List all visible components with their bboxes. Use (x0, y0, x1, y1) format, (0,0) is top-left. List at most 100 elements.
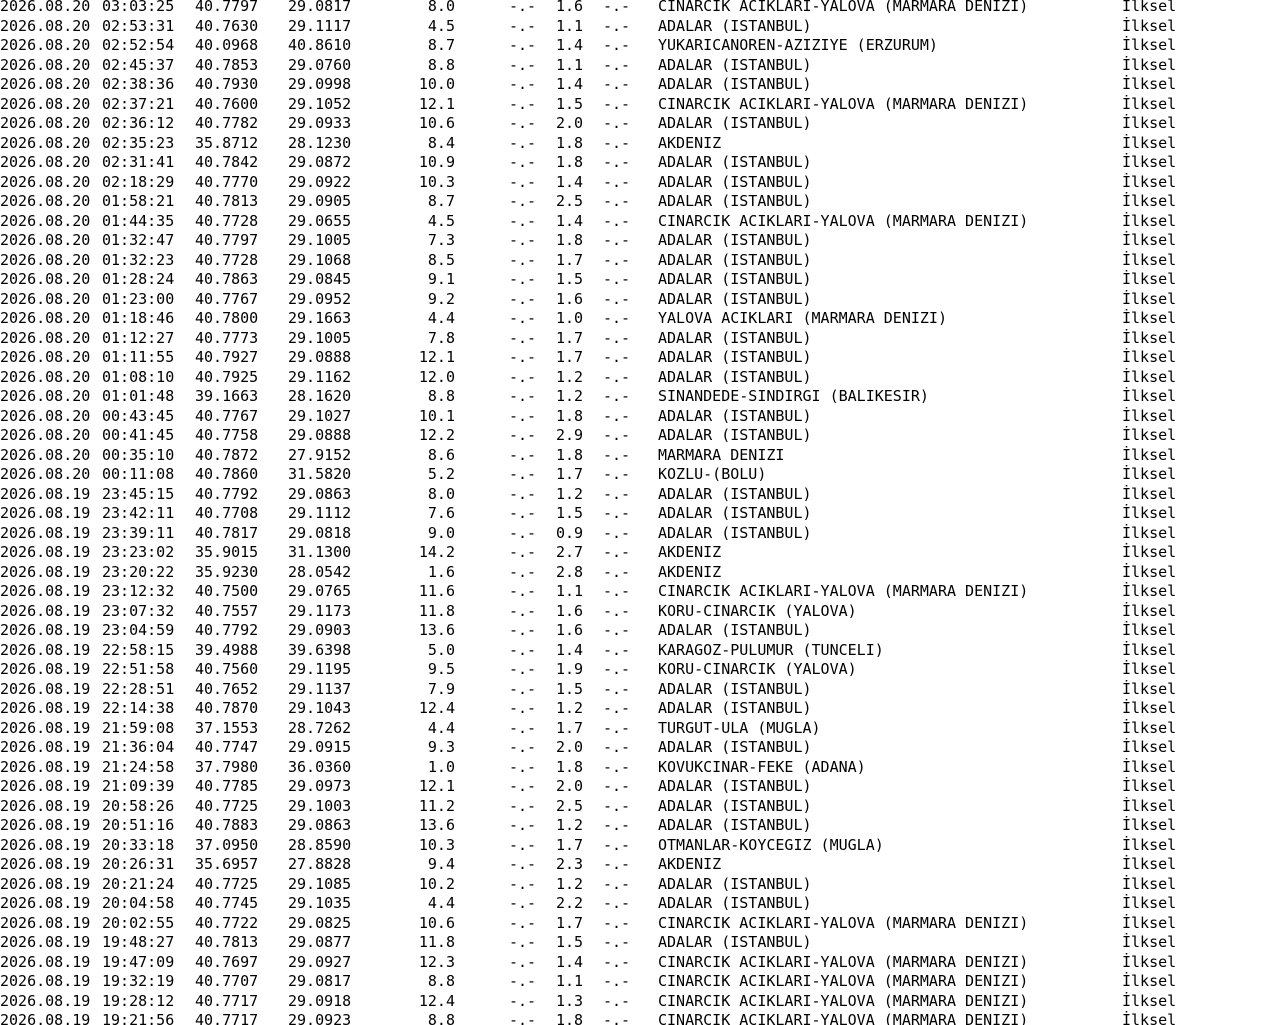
md-magnitude-cell: -.- (509, 718, 537, 737)
location-cell: CINARCIK ACIKLARI-YALOVA (MARMARA DENIZI… (658, 991, 1029, 1010)
solution-quality-cell: İlksel (1122, 133, 1177, 152)
event-row: 2026.08.19 23:07:32 40.7557 29.1173 11.8 -.- 1… (0, 602, 1280, 622)
ml-magnitude-cell: 2.0 (556, 114, 584, 132)
date-cell: 2026.08.20 (0, 465, 91, 483)
ml-magnitude-cell: 1.0 (556, 309, 584, 327)
ml-magnitude-cell: 1.7 (556, 913, 584, 932)
depth-cell: 4.5 (427, 16, 455, 35)
latitude-cell: 40.7797 (195, 231, 259, 249)
latitude-cell: 40.7560 (195, 660, 259, 678)
depth-cell: 10.2 (418, 874, 455, 893)
latitude-cell: 40.7707 (195, 972, 259, 990)
time-cell: 19:47:09 (102, 952, 175, 971)
date-cell: 2026.08.19 (0, 757, 91, 776)
event-row: 2026.08.20 02:18:29 40.7770 29.0922 10.3 -.- 1… (0, 173, 1280, 193)
solution-quality-cell: İlksel (1122, 718, 1177, 737)
latitude-cell: 40.7863 (195, 270, 259, 288)
depth-cell: 8.4 (427, 133, 455, 152)
depth-cell: 8.8 (427, 972, 455, 990)
solution-quality-cell: İlksel (1122, 640, 1177, 659)
latitude-cell: 35.6957 (195, 855, 259, 873)
ml-magnitude-cell: 1.4 (556, 172, 584, 191)
location-cell: ADALAR (ISTANBUL) (658, 933, 812, 951)
md-magnitude-cell: -.- (509, 387, 537, 405)
latitude-cell: 40.7725 (195, 874, 259, 893)
date-cell: 2026.08.19 (0, 777, 91, 795)
solution-quality-cell: İlksel (1122, 777, 1177, 795)
event-row: 2026.08.20 02:35:23 35.8712 28.1230 8.4 -.- 1.… (0, 134, 1280, 154)
depth-cell: 5.2 (427, 465, 455, 483)
md-magnitude-cell: -.- (509, 660, 537, 678)
depth-cell: 4.5 (427, 211, 455, 230)
latitude-cell: 40.7800 (195, 309, 259, 327)
latitude-cell: 40.7853 (195, 55, 259, 74)
latitude-cell: 40.7770 (195, 172, 259, 191)
event-row: 2026.08.19 20:26:31 35.6957 27.8828 9.4 -.- 2.… (0, 855, 1280, 875)
latitude-cell: 40.7717 (195, 991, 259, 1010)
time-cell: 20:26:31 (102, 855, 175, 873)
solution-quality-cell: İlksel (1122, 1011, 1177, 1025)
depth-cell: 9.3 (427, 738, 455, 756)
event-row: 2026.08.20 02:45:37 40.7853 29.0760 8.8 -.- 1.… (0, 56, 1280, 76)
md-magnitude-cell: -.- (509, 133, 537, 152)
date-cell: 2026.08.19 (0, 562, 91, 581)
ml-magnitude-cell: 2.0 (556, 777, 584, 795)
solution-quality-cell: İlksel (1122, 621, 1177, 639)
location-cell: ADALAR (ISTANBUL) (658, 114, 812, 132)
mw-magnitude-cell: -.- (603, 504, 631, 522)
time-cell: 19:48:27 (102, 933, 175, 951)
depth-cell: 13.6 (418, 816, 455, 834)
mw-magnitude-cell: -.- (603, 991, 631, 1010)
location-cell: ADALAR (ISTANBUL) (658, 484, 812, 503)
md-magnitude-cell: -.- (509, 289, 537, 308)
event-row: 2026.08.19 21:24:58 37.7980 36.0360 1.0 -.- 1.… (0, 758, 1280, 778)
ml-magnitude-cell: 1.5 (556, 94, 584, 113)
solution-quality-cell: İlksel (1122, 582, 1177, 600)
longitude-cell: 29.0933 (288, 114, 352, 132)
md-magnitude-cell: -.- (509, 621, 537, 639)
solution-quality-cell: İlksel (1122, 816, 1177, 834)
date-cell: 2026.08.19 (0, 640, 91, 659)
latitude-cell: 40.7600 (195, 94, 259, 113)
event-row: 2026.08.19 22:28:51 40.7652 29.1137 7.9 -.- 1.… (0, 680, 1280, 700)
longitude-cell: 40.8610 (288, 36, 352, 54)
longitude-cell: 27.9152 (288, 445, 352, 464)
ml-magnitude-cell: 1.2 (556, 699, 584, 717)
ml-magnitude-cell: 1.4 (556, 211, 584, 230)
longitude-cell: 29.1027 (288, 406, 352, 425)
time-cell: 21:09:39 (102, 777, 175, 795)
md-magnitude-cell: -.- (509, 55, 537, 74)
location-cell: SINANDEDE-SINDIRGI (BALIKESIR) (658, 387, 929, 405)
ml-magnitude-cell: 1.8 (556, 153, 584, 171)
mw-magnitude-cell: -.- (603, 816, 631, 834)
event-row: 2026.08.19 23:04:59 40.7792 29.0903 13.6 -.- 1… (0, 621, 1280, 641)
depth-cell: 11.6 (418, 582, 455, 600)
depth-cell: 12.3 (418, 952, 455, 971)
ml-magnitude-cell: 1.8 (556, 406, 584, 425)
location-cell: ADALAR (ISTANBUL) (658, 270, 812, 288)
ml-magnitude-cell: 1.2 (556, 484, 584, 503)
date-cell: 2026.08.20 (0, 387, 91, 405)
time-cell: 23:07:32 (102, 601, 175, 620)
date-cell: 2026.08.20 (0, 114, 91, 132)
event-row: 2026.08.20 01:28:24 40.7863 29.0845 9.1 -.- 1.… (0, 270, 1280, 290)
solution-quality-cell: İlksel (1122, 387, 1177, 405)
location-cell: ADALAR (ISTANBUL) (658, 250, 812, 269)
event-row: 2026.08.19 20:04:58 40.7745 29.1035 4.4 -.- 2.… (0, 894, 1280, 914)
date-cell: 2026.08.19 (0, 972, 91, 990)
solution-quality-cell: İlksel (1122, 913, 1177, 932)
md-magnitude-cell: -.- (509, 172, 537, 191)
event-row: 2026.08.20 02:38:36 40.7930 29.0998 10.0 -.- 1… (0, 75, 1280, 95)
date-cell: 2026.08.19 (0, 952, 91, 971)
time-cell: 01:08:10 (102, 367, 175, 386)
mw-magnitude-cell: -.- (603, 699, 631, 717)
md-magnitude-cell: -.- (509, 114, 537, 132)
latitude-cell: 40.7767 (195, 406, 259, 425)
solution-quality-cell: İlksel (1122, 679, 1177, 698)
depth-cell: 11.2 (418, 796, 455, 815)
solution-quality-cell: İlksel (1122, 75, 1177, 93)
solution-quality-cell: İlksel (1122, 757, 1177, 776)
solution-quality-cell: İlksel (1122, 660, 1177, 678)
latitude-cell: 40.7797 (195, 0, 259, 15)
md-magnitude-cell: -.- (509, 952, 537, 971)
